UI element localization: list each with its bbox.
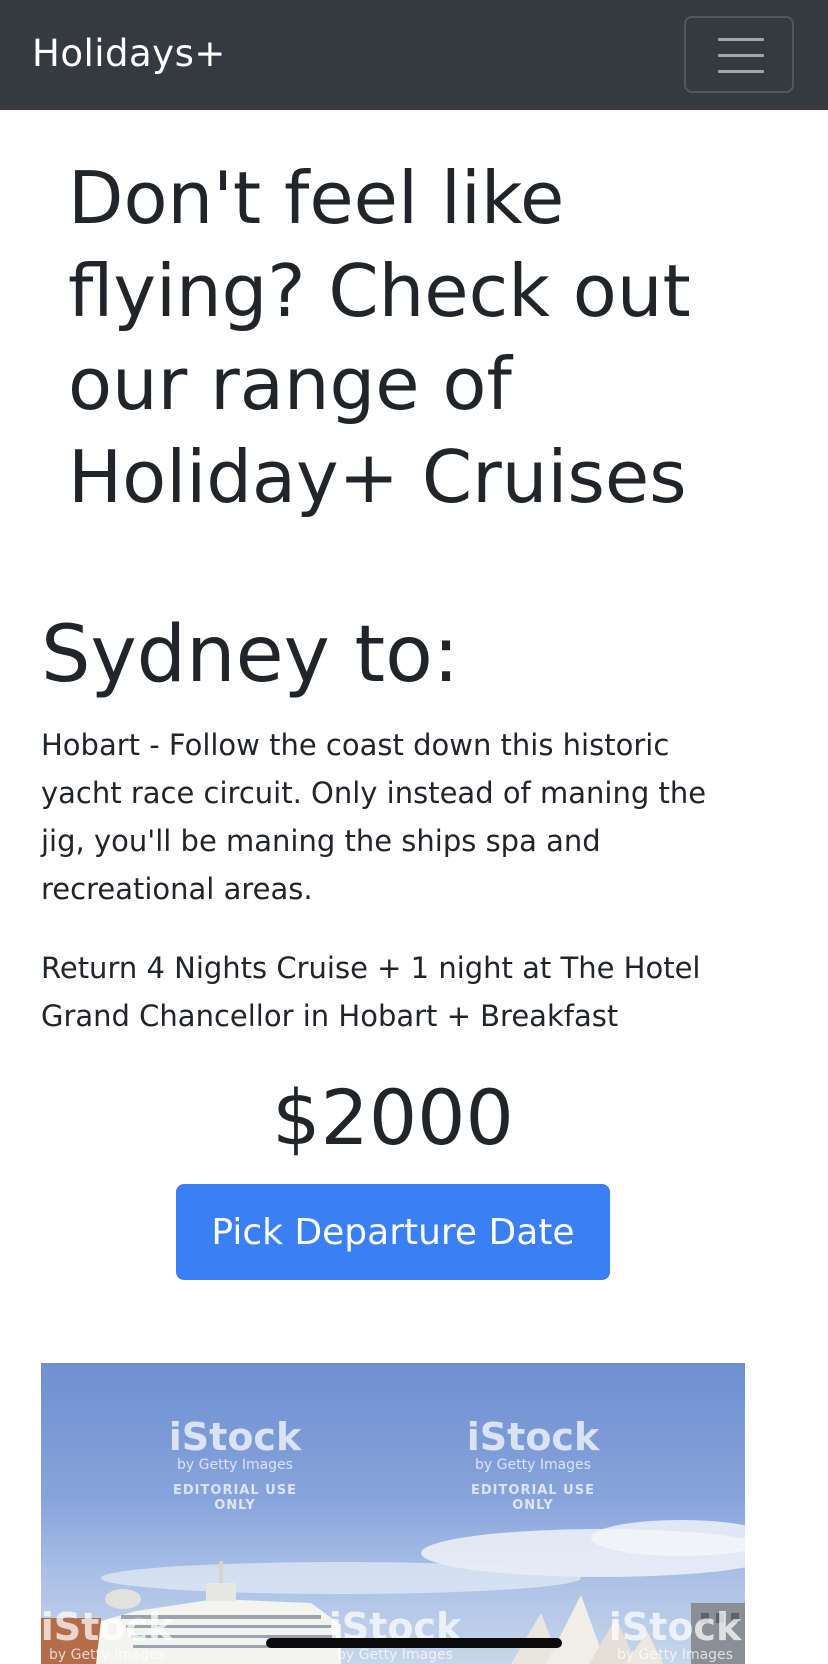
package-details: Return 4 Nights Cruise + 1 night at The … — [41, 951, 701, 1033]
watermark-sub: by Getty Images — [475, 1457, 591, 1473]
watermark-sub: by Getty Images — [337, 1647, 453, 1663]
watermark-sub: by Getty Images — [49, 1647, 165, 1663]
pick-departure-date-button[interactable]: Pick Departure Date — [176, 1184, 610, 1280]
watermark-sub: by Getty Images — [617, 1647, 733, 1663]
price-label: $2000 — [272, 1073, 514, 1162]
watermark-brand: iStock — [168, 1415, 302, 1459]
route-title: Sydney to: — [41, 610, 460, 700]
navbar-toggle-button[interactable] — [684, 16, 794, 93]
watermark-sub: by Getty Images — [177, 1457, 293, 1473]
watermark-brand: iStock — [466, 1415, 600, 1459]
watermark-1: iStock by Getty Images EDITORIAL USE ONL… — [157, 1417, 313, 1513]
hero-heading: Don't feel like flying? Check out our ra… — [68, 156, 691, 519]
top-navbar: Holidays+ — [0, 0, 828, 110]
brand-logo-link[interactable]: Holidays+ — [32, 30, 226, 78]
watermark-brand: iStock — [41, 1605, 174, 1649]
watermark-note: EDITORIAL USE ONLY — [471, 1483, 595, 1513]
watermark-3: iStock by Getty Images — [41, 1607, 185, 1663]
route-description: Hobart - Follow the coast down this hist… — [41, 728, 707, 906]
watermark-note: EDITORIAL USE ONLY — [173, 1483, 297, 1513]
cruise-photo: iStock by Getty Images EDITORIAL USE ONL… — [41, 1363, 745, 1664]
watermark-2: iStock by Getty Images EDITORIAL USE ONL… — [455, 1417, 611, 1513]
watermark-brand: iStock — [608, 1605, 742, 1649]
watermark-4: iStock by Getty Images — [317, 1607, 473, 1663]
home-indicator[interactable] — [266, 1638, 562, 1648]
watermark-5: iStock by Getty Images — [597, 1607, 745, 1663]
